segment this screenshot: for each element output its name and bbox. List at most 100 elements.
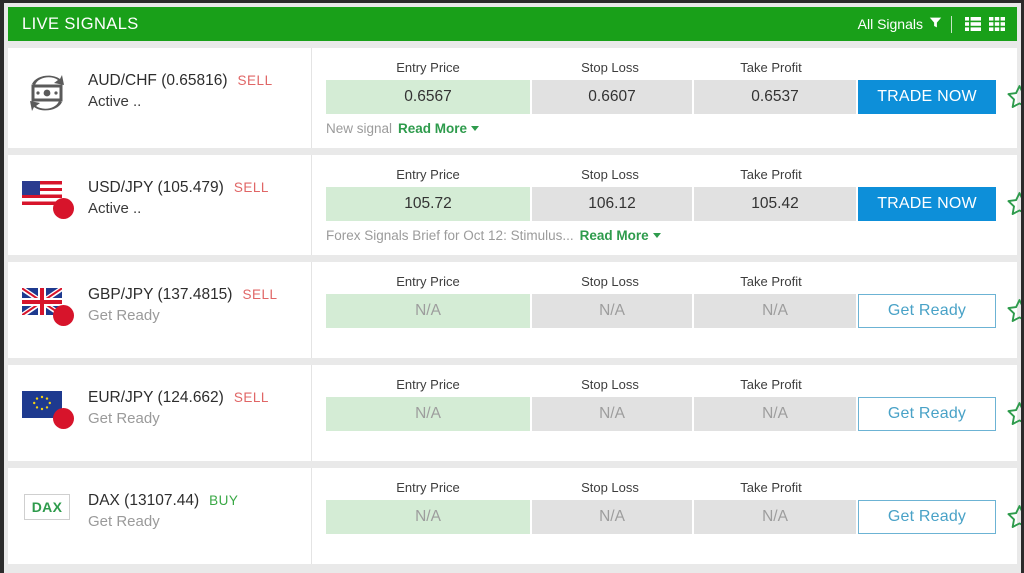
stop-loss-value: 0.6607 xyxy=(532,80,692,114)
signal-status: Get Ready xyxy=(88,307,160,324)
instrument-cell: GBP/JPY (137.4815) SELL Get Ready xyxy=(8,262,312,358)
instrument-text: USD/JPY (105.479) SELL Active .. xyxy=(78,177,269,217)
all-signals-label: All Signals xyxy=(857,16,923,32)
stop-loss-value: N/A xyxy=(532,500,692,534)
instrument-cell: USD/JPY (105.479) SELL Active .. xyxy=(8,155,312,255)
stop-loss-value: N/A xyxy=(532,397,692,431)
column-header-stop-loss: Stop Loss xyxy=(581,480,639,495)
column-header-entry-price: Entry Price xyxy=(396,60,460,75)
instrument-line: AUD/CHF (0.65816) SELL xyxy=(88,72,273,90)
note-text: New signal xyxy=(326,121,393,136)
instrument-cell: AUD/CHF (0.65816) SELL Active .. xyxy=(8,48,312,148)
signal-note: Forex Signals Brief for Oct 12: Stimulus… xyxy=(326,228,1021,243)
live-signals-widget: LIVE SIGNALS All Signals AUD/CHF (0.6581… xyxy=(0,0,1024,573)
column-headers: Entry Price Stop Loss Take Profit xyxy=(326,167,1021,182)
signal-status: Active .. xyxy=(88,200,142,217)
favorite-star-icon[interactable] xyxy=(996,397,1021,431)
table-row[interactable]: EUR/JPY (124.662) SELL Get Ready Entry Pr… xyxy=(8,365,1021,461)
header-controls: All Signals xyxy=(858,15,1009,33)
values-strip: N/A N/A N/A Get Ready xyxy=(326,294,1021,328)
column-headers: Entry Price Stop Loss Take Profit xyxy=(326,60,1021,75)
read-more-link[interactable]: Read More xyxy=(580,228,661,243)
column-header-entry-price: Entry Price xyxy=(396,274,460,289)
take-profit-value: N/A xyxy=(694,294,856,328)
values-strip: 0.6567 0.6607 0.6537 TRADE NOW xyxy=(326,80,1021,114)
favorite-star-icon[interactable] xyxy=(996,500,1021,534)
funnel-icon xyxy=(929,16,942,32)
column-header-entry-price: Entry Price xyxy=(396,480,460,495)
signal-status: Active .. xyxy=(88,93,142,110)
instrument-cell: EUR/JPY (124.662) SELL Get Ready xyxy=(8,365,312,461)
chevron-down-icon xyxy=(471,126,480,131)
instrument-name: DAX (13107.44) xyxy=(88,492,200,509)
instrument-name: USD/JPY (105.479) xyxy=(88,179,224,196)
eur-jpy-flag-icon xyxy=(22,387,78,435)
usd-jpy-flag-icon xyxy=(22,177,78,225)
entry-price-value: N/A xyxy=(326,500,530,534)
entry-price-value: 105.72 xyxy=(326,187,530,221)
read-more-label: Read More xyxy=(579,228,649,243)
signal-status: Get Ready xyxy=(88,513,160,530)
instrument-text: AUD/CHF (0.65816) SELL Active .. xyxy=(78,70,273,110)
get-ready-button[interactable]: Get Ready xyxy=(858,397,996,431)
signal-data-cell: Entry Price Stop Loss Take Profit N/A N/… xyxy=(312,468,1021,564)
jp-flag-icon xyxy=(53,305,74,326)
column-header-take-profit: Take Profit xyxy=(740,480,802,495)
instrument-name: AUD/CHF (0.65816) xyxy=(88,72,228,89)
take-profit-value: N/A xyxy=(694,397,856,431)
dax-badge-label: DAX xyxy=(24,494,70,520)
column-header-take-profit: Take Profit xyxy=(740,167,802,182)
table-row[interactable]: DAX DAX (13107.44) BUY Get Ready Entry Pr… xyxy=(8,468,1021,564)
signal-data-cell: Entry Price Stop Loss Take Profit N/A N/… xyxy=(312,365,1021,461)
trade-now-button[interactable]: TRADE NOW xyxy=(858,187,996,221)
signal-data-cell: Entry Price Stop Loss Take Profit 0.6567… xyxy=(312,48,1021,148)
instrument-line: EUR/JPY (124.662) SELL xyxy=(88,389,269,407)
read-more-link[interactable]: Read More xyxy=(398,121,480,136)
column-header-take-profit: Take Profit xyxy=(740,377,802,392)
signal-side: SELL xyxy=(233,180,269,195)
column-header-take-profit: Take Profit xyxy=(740,60,802,75)
jp-flag-icon xyxy=(53,198,74,219)
favorite-star-icon[interactable] xyxy=(996,294,1021,328)
column-header-stop-loss: Stop Loss xyxy=(581,60,639,75)
instrument-line: GBP/JPY (137.4815) SELL xyxy=(88,286,278,304)
jp-flag-icon xyxy=(53,408,74,429)
all-signals-filter[interactable]: All Signals xyxy=(858,16,951,32)
header-divider xyxy=(951,15,952,33)
column-header-entry-price: Entry Price xyxy=(396,377,460,392)
read-more-label: Read More xyxy=(398,121,468,136)
stop-loss-value: N/A xyxy=(532,294,692,328)
take-profit-value: N/A xyxy=(694,500,856,534)
signal-data-cell: Entry Price Stop Loss Take Profit 105.72… xyxy=(312,155,1021,255)
list-view-icon[interactable] xyxy=(961,15,985,33)
table-row[interactable]: USD/JPY (105.479) SELL Active .. Entry Pr… xyxy=(8,155,1021,255)
stop-loss-value: 106.12 xyxy=(532,187,692,221)
note-text: Forex Signals Brief for Oct 12: Stimulus… xyxy=(326,228,574,243)
instrument-text: DAX (13107.44) BUY Get Ready xyxy=(78,490,238,530)
money-exchange-icon xyxy=(22,70,78,118)
favorite-star-icon[interactable] xyxy=(996,80,1021,114)
entry-price-value: N/A xyxy=(326,294,530,328)
table-row[interactable]: GBP/JPY (137.4815) SELL Get Ready Entry P… xyxy=(8,262,1021,358)
signal-side: SELL xyxy=(242,287,278,302)
take-profit-value: 105.42 xyxy=(694,187,856,221)
instrument-name: EUR/JPY (124.662) xyxy=(88,389,224,406)
table-row[interactable]: AUD/CHF (0.65816) SELL Active .. Entry Pr… xyxy=(8,48,1021,148)
favorite-star-icon[interactable] xyxy=(996,187,1021,221)
instrument-text: EUR/JPY (124.662) SELL Get Ready xyxy=(78,387,269,427)
column-headers: Entry Price Stop Loss Take Profit xyxy=(326,377,1021,392)
column-header-stop-loss: Stop Loss xyxy=(581,167,639,182)
column-headers: Entry Price Stop Loss Take Profit xyxy=(326,274,1021,289)
get-ready-button[interactable]: Get Ready xyxy=(858,294,996,328)
instrument-line: USD/JPY (105.479) SELL xyxy=(88,179,269,197)
chevron-down-icon xyxy=(652,233,661,238)
signal-data-cell: Entry Price Stop Loss Take Profit N/A N/… xyxy=(312,262,1021,358)
get-ready-button[interactable]: Get Ready xyxy=(858,500,996,534)
values-strip: 105.72 106.12 105.42 TRADE NOW xyxy=(326,187,1021,221)
signals-list: AUD/CHF (0.65816) SELL Active .. Entry Pr… xyxy=(4,48,1021,564)
gbp-jpy-flag-icon xyxy=(22,284,78,332)
grid-view-icon[interactable] xyxy=(985,15,1009,33)
trade-now-button[interactable]: TRADE NOW xyxy=(858,80,996,114)
signal-side: SELL xyxy=(237,73,273,88)
signal-status: Get Ready xyxy=(88,410,160,427)
